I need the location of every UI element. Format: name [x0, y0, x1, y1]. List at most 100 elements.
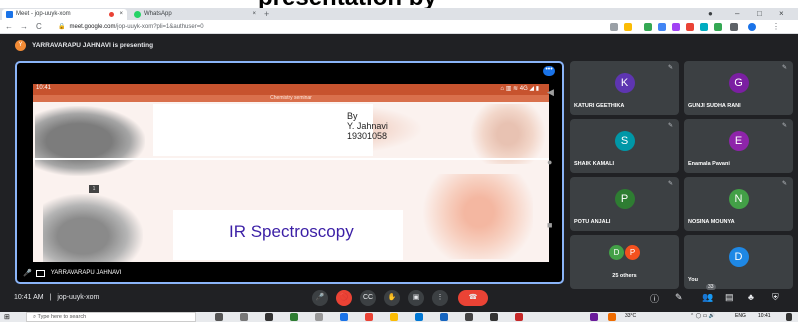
- maximize-button[interactable]: □: [757, 8, 762, 20]
- meeting-time-code: 10:41 AM | jop-uuyk-xom: [14, 294, 99, 301]
- avatar: D: [728, 247, 749, 267]
- others-tile[interactable]: D P 25 others: [570, 235, 679, 289]
- app-icon[interactable]: [490, 313, 498, 321]
- avatar: E: [728, 131, 749, 151]
- chrome-icon[interactable]: [365, 313, 373, 321]
- avatar: D: [609, 245, 624, 260]
- tab-whatsapp[interactable]: WhatsApp ×: [130, 9, 260, 20]
- app-icon[interactable]: [515, 313, 523, 321]
- shapes-icon[interactable]: ✎: [675, 292, 683, 303]
- people-icon[interactable]: 👥: [702, 292, 713, 303]
- mic-muted-icon: 🎤: [23, 270, 32, 277]
- presenting-text: YARRAVARAPU JAHNAVI is presenting: [32, 41, 154, 49]
- participant-name: Enamala Pavani: [688, 161, 730, 167]
- mic-off-icon: ✎: [667, 65, 673, 71]
- tab-close-icon[interactable]: ×: [119, 9, 123, 20]
- leaf-decoration: [35, 106, 145, 176]
- app-icon[interactable]: [465, 313, 473, 321]
- extension-icon[interactable]: [686, 23, 694, 31]
- system-tray-icons[interactable]: ⌃ ◯ ▭ 🔊: [690, 313, 715, 319]
- mic-button[interactable]: 🎤: [312, 290, 328, 306]
- meeting-time: 10:41 AM: [14, 294, 44, 301]
- app-icon[interactable]: [315, 313, 323, 321]
- mic-off-icon: ✎: [781, 123, 787, 129]
- present-button[interactable]: ▣: [408, 290, 424, 306]
- participant-tile[interactable]: ✎ P POTU ANJALI: [570, 177, 679, 231]
- more-options-button[interactable]: •••: [543, 66, 555, 76]
- presentation-tile[interactable]: ••• 10:41 ⌂ ▥ ≋ 4G ◢ ▮ Chemistry seminar…: [15, 61, 564, 284]
- presenting-banner: Y YARRAVARAPU JAHNAVI is presenting: [15, 38, 153, 52]
- shared-screen: 10:41 ⌂ ▥ ≋ 4G ◢ ▮ Chemistry seminar By …: [33, 84, 549, 262]
- flower-decoration: [463, 104, 549, 164]
- more-options-button[interactable]: ⋮: [432, 290, 448, 306]
- address-bar: ← → C 🔒 meet.google.com/jop-uuyk-xom?pli=…: [0, 20, 798, 34]
- separator: |: [49, 294, 52, 301]
- profile-avatar-icon[interactable]: [748, 23, 756, 31]
- extension-icon[interactable]: [700, 23, 708, 31]
- windows-start-icon[interactable]: ⊞: [4, 313, 10, 321]
- camera-icon[interactable]: [610, 23, 618, 31]
- clock[interactable]: 10:41: [758, 313, 771, 319]
- language[interactable]: ENG: [735, 313, 746, 319]
- self-tile[interactable]: D You: [684, 235, 793, 289]
- notification-icon[interactable]: [786, 313, 792, 321]
- participant-name: KATURI GEETHIKA: [574, 103, 625, 109]
- new-tab-button[interactable]: +: [264, 8, 269, 20]
- extension-icon[interactable]: [658, 23, 666, 31]
- app-icon[interactable]: [265, 313, 273, 321]
- avatar: S: [614, 131, 635, 151]
- people-count-badge: 33: [706, 284, 716, 290]
- close-window-button[interactable]: ×: [779, 8, 784, 20]
- phone-time: 10:41: [36, 85, 52, 91]
- extension-icon[interactable]: [714, 23, 722, 31]
- participant-tile[interactable]: ✎ S SHAIK KAMALI: [570, 119, 679, 173]
- puzzle-icon[interactable]: [730, 23, 738, 31]
- avatar: G: [728, 73, 749, 93]
- phone-nav-buttons: ◀ ● ■: [547, 87, 562, 247]
- camera-off-button[interactable]: 🚫: [336, 290, 352, 306]
- task-view-icon[interactable]: [215, 313, 223, 321]
- menu-kebab-icon[interactable]: ⋮: [772, 21, 780, 33]
- app-icon[interactable]: [290, 313, 298, 321]
- leave-call-button[interactable]: ☎: [458, 290, 488, 306]
- participant-tile[interactable]: ✎ E Enamala Pavani: [684, 119, 793, 173]
- minimize-button[interactable]: –: [735, 8, 739, 20]
- chat-icon[interactable]: ▤: [725, 292, 734, 303]
- folder-icon[interactable]: [390, 313, 398, 321]
- tab-meet[interactable]: Meet - jop-uuyk-xom ×: [2, 9, 127, 20]
- tab-close-icon[interactable]: ×: [252, 9, 256, 20]
- avatar: K: [614, 73, 635, 93]
- tab-whatsapp-title: WhatsApp: [144, 11, 172, 17]
- host-controls-icon[interactable]: ⛨: [772, 292, 779, 303]
- bookmark-star-icon[interactable]: [624, 23, 632, 31]
- app-icon[interactable]: [240, 313, 248, 321]
- activities-icon[interactable]: ♣: [748, 292, 754, 302]
- recording-dot-icon: [109, 12, 114, 17]
- app-icon[interactable]: [590, 313, 598, 321]
- extension-icon[interactable]: [644, 23, 652, 31]
- profile-icon[interactable]: ●: [708, 8, 713, 20]
- info-icon[interactable]: ⓘ: [650, 292, 659, 305]
- app-icon[interactable]: [440, 313, 448, 321]
- app-icon[interactable]: [415, 313, 423, 321]
- raise-hand-button[interactable]: ✋: [384, 290, 400, 306]
- url-path: /jop-uuyk-xom?pli=1&authuser=0: [115, 24, 204, 30]
- taskbar-search[interactable]: ⌕ Type here to search: [26, 312, 196, 322]
- extension-icon[interactable]: [672, 23, 680, 31]
- captions-button[interactable]: CC: [360, 290, 376, 306]
- taskbar-search-placeholder: Type here to search: [37, 314, 87, 320]
- participant-tile[interactable]: ✎ K KATURI GEETHIKA: [570, 61, 679, 115]
- participant-tile[interactable]: ✎ G GUNJI SUDHA RANI: [684, 61, 793, 115]
- phone-status-bar: 10:41 ⌂ ▥ ≋ 4G ◢ ▮: [33, 84, 549, 95]
- back-triangle-icon: ◀: [547, 87, 554, 97]
- reload-icon[interactable]: C: [36, 21, 42, 33]
- weather-temp: 33°C: [625, 313, 637, 319]
- mic-off-icon: ✎: [781, 181, 787, 187]
- tab-meet-title: Meet - jop-uuyk-xom: [16, 11, 71, 17]
- url-field[interactable]: 🔒 meet.google.com/jop-uuyk-xom?pli=1&auth…: [58, 21, 204, 33]
- back-icon[interactable]: ←: [5, 21, 13, 33]
- self-name: You: [688, 277, 698, 283]
- participant-tile[interactable]: ✎ N NOSINA MOUNYA: [684, 177, 793, 231]
- app-icon[interactable]: [340, 313, 348, 321]
- forward-icon[interactable]: →: [20, 21, 28, 33]
